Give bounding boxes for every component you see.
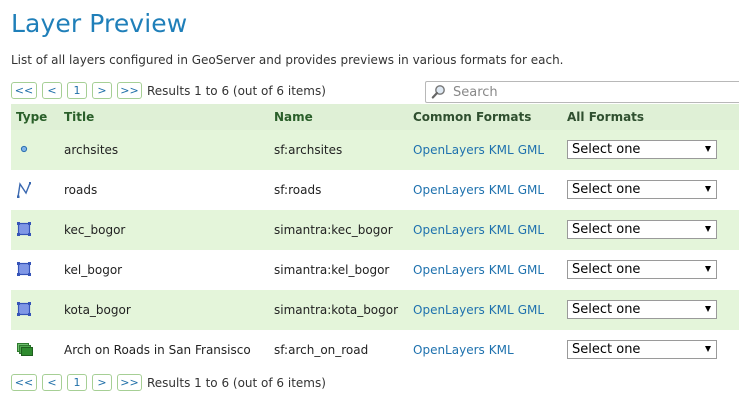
layer-title: Arch on Roads in San Fransisco xyxy=(64,343,251,357)
line-icon xyxy=(17,182,32,198)
layer-name: simantra:kel_bogor xyxy=(274,263,390,277)
chevron-down-icon xyxy=(705,346,711,352)
table-header: Type Title Name Common Formats All Forma… xyxy=(11,104,739,130)
layer-title: kota_bogor xyxy=(64,303,131,317)
common-formats: OpenLayers KML GML xyxy=(413,223,548,237)
chevron-down-icon xyxy=(705,306,711,312)
layer-table: Type Title Name Common Formats All Forma… xyxy=(11,104,739,370)
all-formats-select[interactable]: Select one xyxy=(567,340,717,359)
common-formats: OpenLayers KML GML xyxy=(413,143,548,157)
gml-link[interactable]: GML xyxy=(518,263,544,277)
layer-name: simantra:kec_bogor xyxy=(274,223,393,237)
gml-link[interactable]: GML xyxy=(518,183,544,197)
openlayers-link[interactable]: OpenLayers xyxy=(413,343,485,357)
select-value: Select one xyxy=(572,262,641,277)
layer-title: kel_bogor xyxy=(64,263,123,277)
select-value: Select one xyxy=(572,142,641,157)
all-formats-select[interactable]: Select one xyxy=(567,300,717,319)
last-page-button[interactable]: >> xyxy=(117,82,142,99)
table-row: archsites sf:archsites OpenLayers KML GML … xyxy=(11,130,739,170)
first-page-button[interactable]: << xyxy=(11,374,37,391)
header-common-formats: Common Formats xyxy=(413,110,532,124)
kml-link[interactable]: KML xyxy=(489,143,514,157)
last-page-button[interactable]: >> xyxy=(117,374,142,391)
common-formats: OpenLayers KML GML xyxy=(413,303,548,317)
chevron-down-icon xyxy=(705,146,711,152)
table-row: Arch on Roads in San Fransisco sf:arch_o… xyxy=(11,330,739,370)
kml-link[interactable]: KML xyxy=(489,303,514,317)
polygon-icon xyxy=(17,262,31,276)
table-row: kec_bogor simantra:kec_bogor OpenLayers K… xyxy=(11,210,739,250)
page-title: Layer Preview xyxy=(11,9,188,38)
polygon-icon xyxy=(17,222,31,236)
layer-group-icon xyxy=(17,342,33,356)
openlayers-link[interactable]: OpenLayers xyxy=(413,303,485,317)
openlayers-link[interactable]: OpenLayers xyxy=(413,143,485,157)
header-name[interactable]: Name xyxy=(274,110,313,124)
kml-link[interactable]: KML xyxy=(489,183,514,197)
table-row: kota_bogor simantra:kota_bogor OpenLayer… xyxy=(11,290,739,330)
layer-name: sf:arch_on_road xyxy=(274,343,369,357)
table-row: roads sf:roads OpenLayers KML GML Select o… xyxy=(11,170,739,210)
kml-link[interactable]: KML xyxy=(489,343,514,357)
pager-info: Results 1 to 6 (out of 6 items) xyxy=(147,83,326,98)
common-formats: OpenLayers KML GML xyxy=(413,183,548,197)
pager-info: Results 1 to 6 (out of 6 items) xyxy=(147,375,326,390)
gml-link[interactable]: GML xyxy=(518,303,544,317)
page-1-button[interactable]: 1 xyxy=(67,374,87,391)
gml-link[interactable]: GML xyxy=(518,223,544,237)
kml-link[interactable]: KML xyxy=(489,223,514,237)
polygon-icon xyxy=(17,302,31,316)
layer-name: sf:roads xyxy=(274,183,322,197)
chevron-down-icon xyxy=(705,226,711,232)
first-page-button[interactable]: << xyxy=(11,82,37,99)
select-value: Select one xyxy=(572,342,641,357)
common-formats: OpenLayers KML GML xyxy=(413,263,548,277)
pager-bottom: << < 1 > >> Results 1 to 6 (out of 6 ite… xyxy=(11,373,326,392)
select-value: Select one xyxy=(572,222,641,237)
search-input[interactable] xyxy=(451,83,735,101)
next-page-button[interactable]: > xyxy=(92,374,112,391)
table-row: kel_bogor simantra:kel_bogor OpenLayers K… xyxy=(11,250,739,290)
kml-link[interactable]: KML xyxy=(489,263,514,277)
all-formats-select[interactable]: Select one xyxy=(567,140,717,159)
openlayers-link[interactable]: OpenLayers xyxy=(413,263,485,277)
openlayers-link[interactable]: OpenLayers xyxy=(413,183,485,197)
page-description: List of all layers configured in GeoServ… xyxy=(11,53,564,67)
header-title[interactable]: Title xyxy=(64,110,94,124)
select-value: Select one xyxy=(572,302,641,317)
point-icon xyxy=(17,142,31,156)
layer-name: simantra:kota_bogor xyxy=(274,303,399,317)
pager-top: << < 1 > >> Results 1 to 6 (out of 6 ite… xyxy=(11,81,326,100)
gml-link[interactable]: GML xyxy=(518,143,544,157)
common-formats: OpenLayers KML xyxy=(413,343,518,357)
layer-name: sf:archsites xyxy=(274,143,343,157)
search-icon xyxy=(431,84,447,100)
layer-title: archsites xyxy=(64,143,119,157)
prev-page-button[interactable]: < xyxy=(42,374,62,391)
all-formats-select[interactable]: Select one xyxy=(567,220,717,239)
chevron-down-icon xyxy=(705,186,711,192)
select-value: Select one xyxy=(572,182,641,197)
next-page-button[interactable]: > xyxy=(92,82,112,99)
page-1-button[interactable]: 1 xyxy=(67,82,87,99)
header-all-formats: All Formats xyxy=(567,110,645,124)
chevron-down-icon xyxy=(705,266,711,272)
openlayers-link[interactable]: OpenLayers xyxy=(413,223,485,237)
prev-page-button[interactable]: < xyxy=(42,82,62,99)
layer-title: roads xyxy=(64,183,98,197)
search-box[interactable] xyxy=(425,81,739,103)
header-type[interactable]: Type xyxy=(16,110,47,124)
all-formats-select[interactable]: Select one xyxy=(567,260,717,279)
layer-title: kec_bogor xyxy=(64,223,126,237)
all-formats-select[interactable]: Select one xyxy=(567,180,717,199)
